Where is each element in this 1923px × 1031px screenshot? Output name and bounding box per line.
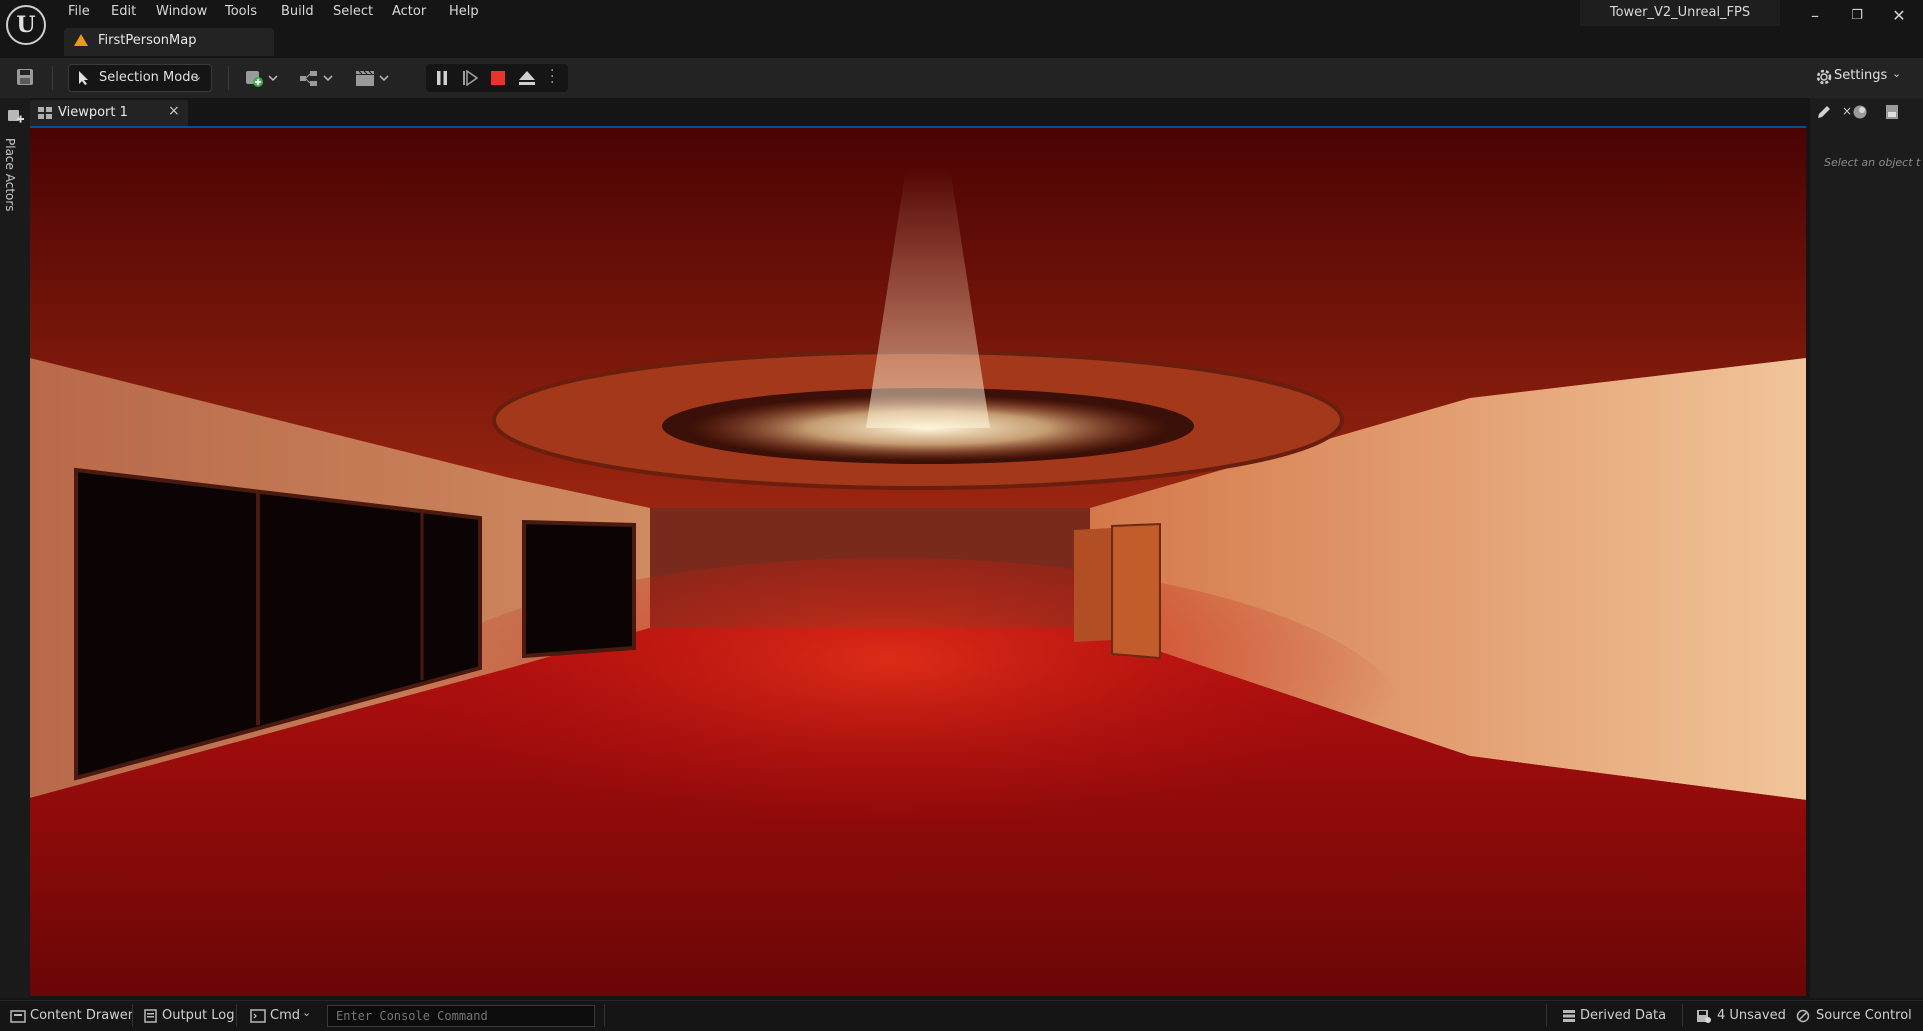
- chevron-down-icon: ⌄: [302, 1006, 312, 1019]
- settings-button[interactable]: Settings: [1834, 68, 1887, 83]
- cinematics-button[interactable]: [354, 67, 392, 89]
- main-toolbar: Selection Mode ⌄ · · · Settings ⌄: [0, 58, 1923, 98]
- unsaved-button[interactable]: 4 Unsaved: [1717, 1008, 1786, 1023]
- viewport-tab-bar: [30, 98, 1810, 128]
- window-middle: [522, 519, 636, 659]
- source-control-icon: [1796, 1009, 1810, 1023]
- cursor-icon: [77, 70, 91, 86]
- menu-help[interactable]: Help: [449, 2, 479, 22]
- output-log-icon: [144, 1009, 158, 1023]
- place-actors-icon[interactable]: [7, 108, 25, 126]
- step-forward-icon[interactable]: [462, 69, 479, 87]
- minimize-button[interactable]: –: [1800, 4, 1830, 28]
- viewport-tab-label: Viewport 1: [58, 105, 128, 120]
- console-command-input[interactable]: [327, 1005, 595, 1027]
- more-options-icon[interactable]: · · ·: [550, 64, 554, 90]
- level-viewport[interactable]: [30, 128, 1806, 996]
- cmd-dropdown[interactable]: Cmd: [270, 1008, 300, 1023]
- selection-mode-dropdown[interactable]: Selection Mode ⌄: [68, 64, 212, 92]
- gear-icon[interactable]: [1814, 67, 1834, 87]
- menu-edit[interactable]: Edit: [111, 2, 136, 22]
- scene-render: [30, 128, 1806, 996]
- restore-button[interactable]: ❐: [1842, 4, 1872, 28]
- details-panel: [1810, 98, 1923, 998]
- globe-icon[interactable]: [1852, 104, 1868, 120]
- close-window-button[interactable]: ✕: [1884, 4, 1914, 28]
- eject-icon[interactable]: [518, 70, 536, 86]
- play-controls: · · ·: [426, 64, 568, 92]
- close-icon[interactable]: ×: [1842, 104, 1852, 118]
- place-actors-tab[interactable]: Place Actors: [3, 138, 17, 212]
- toolbar-separator: [52, 66, 53, 90]
- door-left: [1074, 528, 1112, 642]
- terminal-icon: [250, 1009, 266, 1023]
- menu-select[interactable]: Select: [333, 2, 373, 22]
- menu-tools[interactable]: Tools: [225, 2, 257, 22]
- selection-mode-label: Selection Mode: [99, 70, 199, 85]
- blueprint-button[interactable]: [298, 67, 336, 89]
- stop-icon[interactable]: [490, 70, 506, 86]
- project-name: Tower_V2_Unreal_FPS: [1609, 5, 1751, 20]
- door-right: [1111, 522, 1161, 660]
- unsaved-icon: [1696, 1009, 1712, 1023]
- pause-icon[interactable]: [434, 70, 450, 86]
- add-actor-button[interactable]: [244, 67, 280, 89]
- source-control-button[interactable]: Source Control: [1816, 1008, 1912, 1023]
- unreal-logo-icon[interactable]: U: [6, 5, 46, 45]
- properties-icon[interactable]: [1884, 104, 1900, 120]
- derived-data-icon: [1562, 1009, 1576, 1023]
- status-separator: [1682, 1004, 1683, 1026]
- left-side-strip: [0, 98, 30, 998]
- close-icon[interactable]: ×: [168, 103, 180, 119]
- content-drawer-button[interactable]: Content Drawer: [30, 1008, 133, 1023]
- derived-data-button[interactable]: Derived Data: [1580, 1008, 1666, 1023]
- warning-icon: [74, 34, 88, 46]
- menu-file[interactable]: File: [68, 2, 90, 22]
- pencil-icon[interactable]: [1816, 104, 1832, 120]
- toolbar-separator: [228, 66, 229, 90]
- chevron-down-icon: ⌄: [1892, 67, 1902, 80]
- menu-actor[interactable]: Actor: [392, 2, 426, 22]
- viewport-tab[interactable]: Viewport 1 ×: [30, 100, 188, 127]
- details-empty-hint: Select an object t: [1824, 156, 1921, 169]
- status-separator: [132, 1004, 133, 1026]
- status-separator: [1546, 1004, 1547, 1026]
- viewport-icon: [38, 107, 52, 119]
- menu-build[interactable]: Build: [281, 2, 314, 22]
- content-drawer-icon: [10, 1009, 26, 1023]
- output-log-button[interactable]: Output Log: [162, 1008, 235, 1023]
- map-tab-label: FirstPersonMap: [98, 33, 197, 48]
- status-separator: [604, 1004, 605, 1026]
- status-separator: [236, 1004, 237, 1026]
- chevron-down-icon: ⌄: [193, 70, 203, 83]
- map-tab[interactable]: FirstPersonMap: [64, 28, 274, 56]
- menu-window[interactable]: Window: [156, 2, 207, 22]
- save-icon[interactable]: [16, 68, 34, 86]
